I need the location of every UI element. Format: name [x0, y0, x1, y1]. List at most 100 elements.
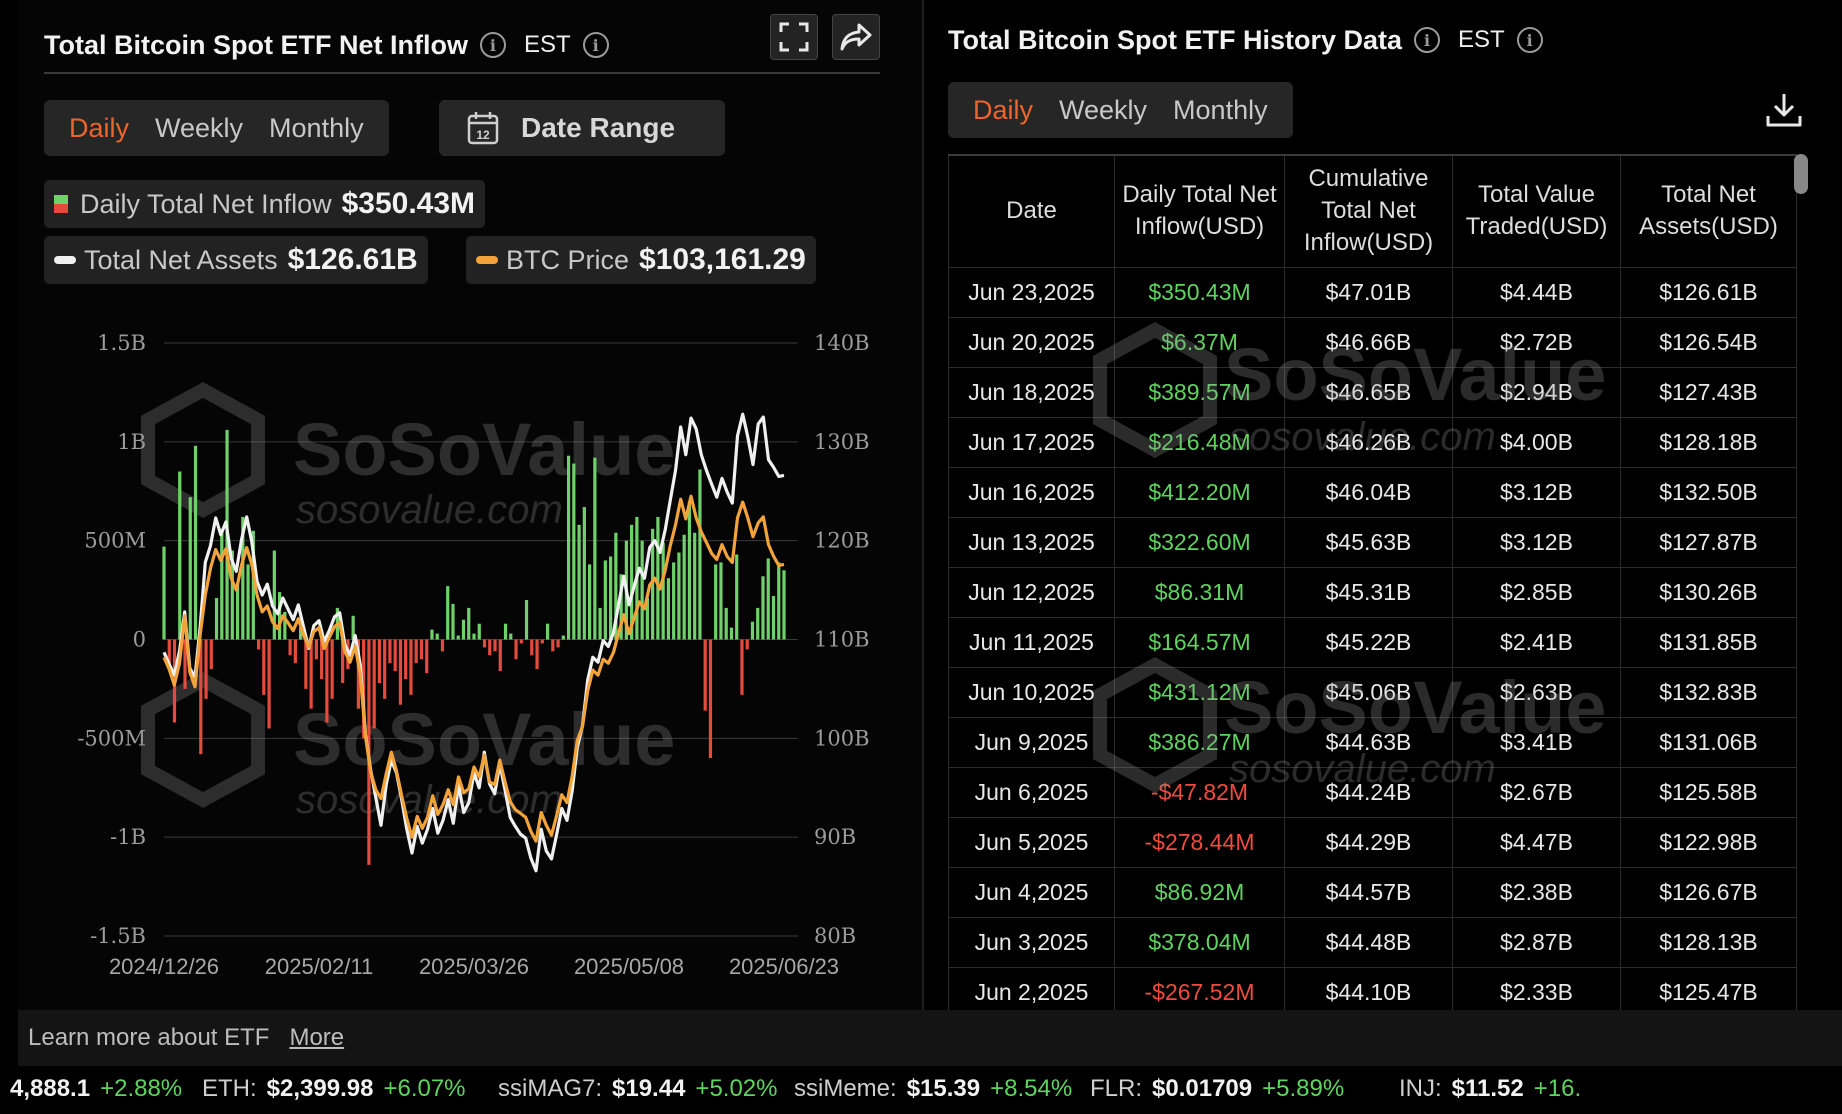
legend-btc[interactable]: BTC Price $103,161.29	[466, 236, 816, 284]
net-inflow-panel: Total Bitcoin Spot ETF Net Inflow i EST …	[18, 0, 923, 1010]
share-button[interactable]	[832, 14, 880, 60]
ticker-item[interactable]: FLR: $0.01709 +5.89%	[1090, 1075, 1344, 1103]
inflow-bar	[498, 639, 502, 672]
assets-cell: $126.54B	[1620, 317, 1797, 368]
table-scrollbar[interactable]	[1794, 154, 1808, 194]
table-row[interactable]: Jun 5,2025 -$278.44M $44.29B $4.47B $122.98B	[948, 817, 1797, 868]
tab-weekly[interactable]: Weekly	[142, 113, 256, 144]
inflow-cell: $86.92M	[1114, 867, 1285, 918]
timezone-info-icon[interactable]: i	[1516, 27, 1543, 53]
inflow-bar	[309, 639, 313, 709]
net-inflow-header: Total Bitcoin Spot ETF Net Inflow i EST …	[44, 18, 880, 74]
inflow-chart[interactable]: 1.5B 140B1B 130B500M 120B0 110B-500M 100B-1B 9…	[18, 300, 923, 1000]
col-cumulative-inflow[interactable]: Cumulative Total Net Inflow(USD)	[1284, 154, 1453, 268]
table-row[interactable]: Jun 6,2025 -$47.82M $44.24B $2.67B $125.58B	[948, 767, 1797, 818]
inflow-bar	[419, 639, 424, 660]
x-tick-label: 2025/05/08	[574, 954, 684, 979]
ticker-symbol: ssiMeme:	[794, 1075, 897, 1102]
legend-assets-label: Total Net Assets	[84, 244, 278, 275]
inflow-bar	[214, 597, 219, 640]
inflow-cell: $412.20M	[1114, 467, 1285, 518]
y-right-tick-label: 90B	[814, 825, 856, 849]
timezone-info-icon[interactable]: i	[582, 32, 609, 58]
inflow-bar	[640, 540, 644, 640]
inflow-bar	[672, 562, 676, 640]
ticker-price: $15.39	[906, 1075, 981, 1102]
table-row[interactable]: Jun 16,2025 $412.20M $46.04B $3.12B $132.50B	[948, 467, 1797, 518]
tab-monthly[interactable]: Monthly	[256, 113, 377, 144]
assets-cell: $127.87B	[1620, 517, 1797, 568]
tab-monthly[interactable]: Monthly	[1160, 95, 1281, 126]
col-daily-inflow[interactable]: Daily Total Net Inflow(USD)	[1114, 154, 1285, 268]
inflow-bar	[277, 592, 282, 640]
inflow-cell: $350.43M	[1114, 267, 1285, 318]
ticker-item[interactable]: ssiMAG7: $19.44 +5.02%	[498, 1075, 778, 1103]
legend-btc-label: BTC Price	[506, 244, 630, 275]
inflow-bar	[388, 639, 392, 664]
table-row[interactable]: Jun 18,2025 $389.57M $46.65B $2.94B $127.43B	[948, 367, 1797, 418]
inflow-cell: $216.48M	[1114, 417, 1285, 468]
assets-cell: $126.61B	[1620, 267, 1797, 318]
traded-cell: $2.85B	[1452, 567, 1621, 618]
info-icon[interactable]: i	[479, 32, 506, 58]
assets-cell: $125.58B	[1620, 767, 1797, 818]
cumulative-cell: $45.31B	[1284, 567, 1453, 618]
ticker-item[interactable]: 4,888.1 +2.88%	[0, 1075, 182, 1103]
traded-cell: $4.47B	[1452, 817, 1621, 868]
tab-daily[interactable]: Daily	[56, 113, 142, 144]
traded-cell: $2.72B	[1452, 317, 1621, 368]
info-icon[interactable]: i	[1414, 27, 1441, 53]
inflow-bar	[262, 639, 266, 695]
ticker-price: $11.52	[1451, 1075, 1524, 1102]
y-left-tick-label: -500M	[77, 726, 146, 750]
tab-weekly[interactable]: Weekly	[1046, 95, 1160, 126]
inflow-bar	[440, 639, 445, 652]
tab-daily[interactable]: Daily	[960, 95, 1046, 126]
date-cell: Jun 18,2025	[948, 367, 1115, 418]
table-row[interactable]: Jun 20,2025 $6.37M $46.66B $2.72B $126.54B	[948, 317, 1797, 368]
table-row[interactable]: Jun 23,2025 $350.43M $47.01B $4.44B $126.61B	[948, 267, 1797, 318]
y-right-tick-label: 100B	[814, 726, 870, 750]
y-left-tick-label: 500M	[84, 529, 146, 553]
table-row[interactable]: Jun 17,2025 $216.48M $46.26B $4.00B $128.18B	[948, 417, 1797, 468]
table-row[interactable]: Jun 10,2025 $431.12M $45.06B $2.63B $132.83B	[948, 667, 1797, 718]
table-row[interactable]: Jun 12,2025 $86.31M $45.31B $2.85B $130.26B	[948, 567, 1797, 618]
inflow-bar	[325, 639, 329, 723]
assets-cell: $131.85B	[1620, 617, 1797, 668]
table-row[interactable]: Jun 4,2025 $86.92M $44.57B $2.38B $126.67B	[948, 867, 1797, 918]
assets-cell: $122.98B	[1620, 817, 1797, 868]
inflow-bar	[535, 639, 539, 670]
ticker-item[interactable]: ETH: $2,399.98 +6.07%	[202, 1075, 466, 1103]
table-row[interactable]: Jun 11,2025 $164.57M $45.22B $2.41B $131.85B	[948, 617, 1797, 668]
fullscreen-button[interactable]	[770, 14, 818, 60]
legend-inflow[interactable]: Daily Total Net Inflow $350.43M	[44, 180, 486, 228]
cumulative-cell: $46.65B	[1284, 367, 1453, 418]
download-button[interactable]	[1764, 90, 1804, 135]
legend-assets[interactable]: Total Net Assets $126.61B	[44, 236, 428, 284]
ticker-item[interactable]: ssiMeme: $15.39 +8.54%	[794, 1075, 1072, 1103]
inflow-bar	[677, 552, 681, 640]
inflow-bar	[377, 639, 382, 683]
date-range-button[interactable]: 12 Date Range	[439, 100, 725, 156]
y-right-tick-label: 130B	[814, 430, 870, 454]
y-left-tick-label: -1.5B	[90, 924, 146, 948]
inflow-swatch-icon	[54, 195, 68, 213]
inflow-bar	[330, 639, 334, 699]
col-value-traded[interactable]: Total Value Traded(USD)	[1452, 154, 1621, 268]
inflow-bar	[220, 528, 224, 640]
cumulative-cell: $45.63B	[1284, 517, 1453, 568]
ticker-item[interactable]: INJ: $11.52 +16.	[1399, 1075, 1581, 1103]
col-date[interactable]: Date	[948, 154, 1115, 268]
date-cell: Jun 4,2025	[948, 867, 1115, 918]
table-row[interactable]: Jun 13,2025 $322.60M $45.63B $3.12B $127.87B	[948, 517, 1797, 568]
legend-inflow-value: $350.43M	[341, 187, 476, 220]
legend-assets-value: $126.61B	[287, 243, 418, 276]
inflow-bar	[661, 542, 665, 640]
inflow-bar	[566, 455, 571, 640]
table-row[interactable]: Jun 9,2025 $386.27M $44.63B $3.41B $131.06B	[948, 717, 1797, 768]
inflow-bar	[682, 534, 686, 640]
more-link[interactable]: More	[289, 1024, 344, 1052]
inflow-bar	[782, 570, 786, 640]
col-net-assets[interactable]: Total Net Assets(USD)	[1620, 154, 1797, 268]
table-row[interactable]: Jun 3,2025 $378.04M $44.48B $2.87B $128.13B	[948, 917, 1797, 968]
